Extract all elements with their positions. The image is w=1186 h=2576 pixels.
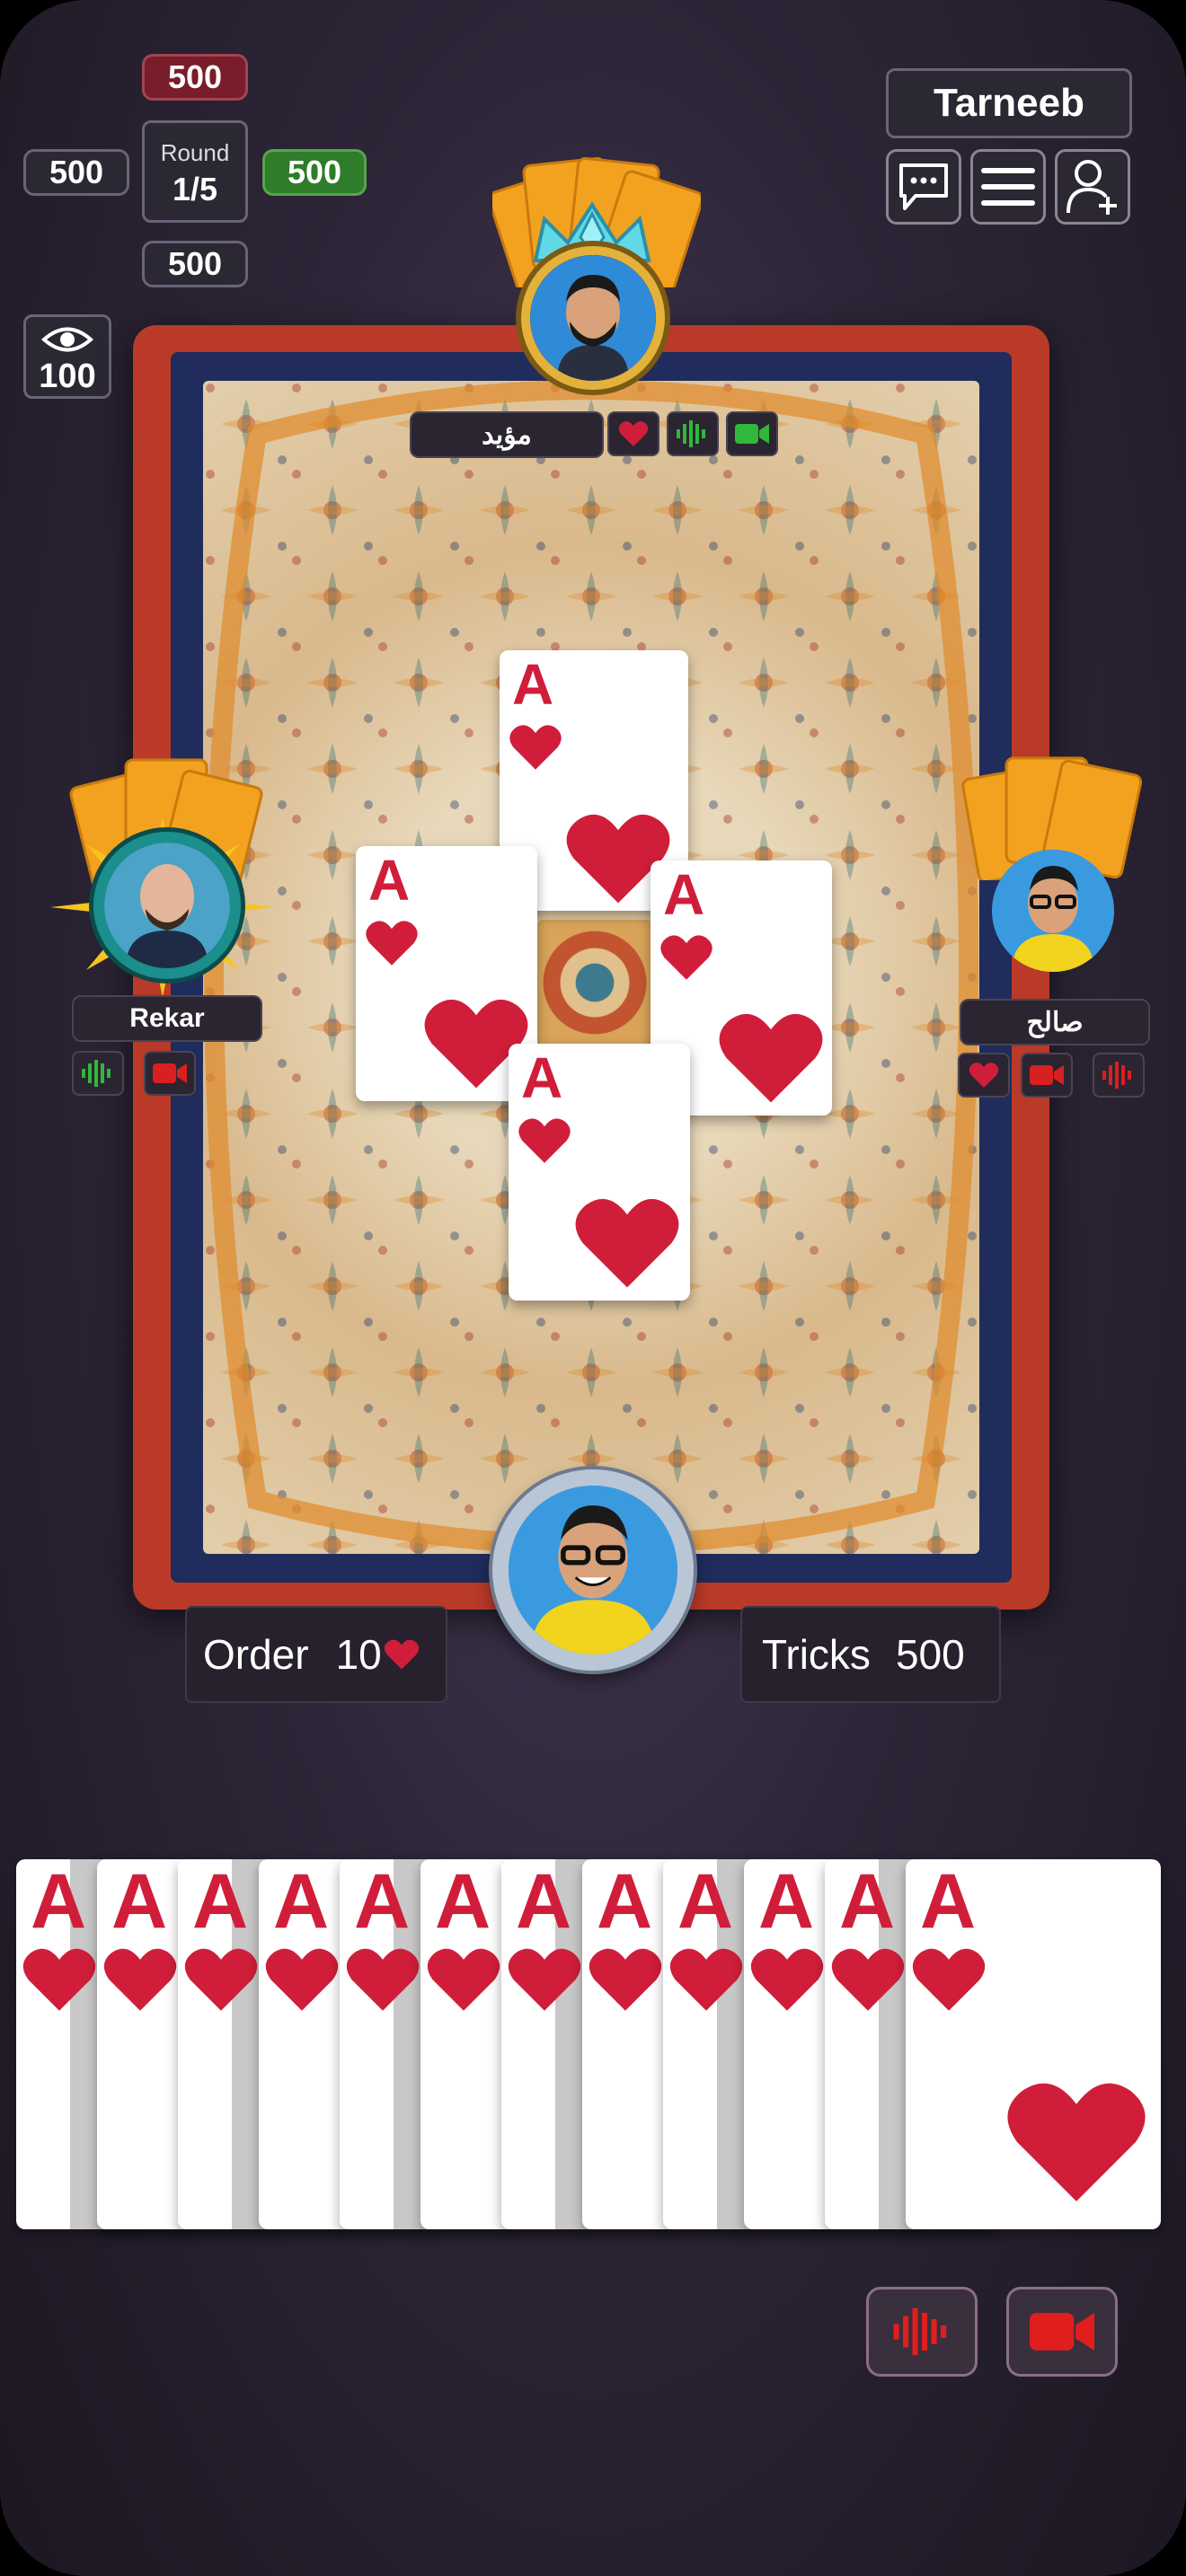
- card-rank: A: [273, 1859, 330, 1945]
- heart-suit-icon: [427, 1948, 500, 2011]
- heart-suit-icon: [831, 1948, 905, 2011]
- top-player-name: مؤيد: [410, 411, 604, 458]
- add-user-icon: [1067, 160, 1117, 215]
- heart-suit-icon: [508, 1948, 581, 2011]
- score-right: 500: [262, 149, 367, 196]
- card-rank: A: [521, 1045, 563, 1110]
- heart-icon: [384, 1639, 419, 1670]
- left-player-name: Rekar: [72, 995, 262, 1042]
- heart-suit-icon: [750, 1948, 824, 2011]
- video-off-icon: [1030, 1065, 1064, 1085]
- card-rank: A: [677, 1859, 734, 1945]
- card-rank: A: [516, 1859, 572, 1945]
- chat-button[interactable]: [886, 149, 961, 225]
- heart-suit-icon: [660, 935, 712, 980]
- right-player-avatar[interactable]: [992, 850, 1114, 972]
- video-icon: [735, 424, 769, 444]
- right-player-voice-indicator: [1093, 1053, 1145, 1098]
- tricks-panel: Tricks 500: [740, 1606, 1001, 1703]
- card-rank: A: [512, 652, 554, 717]
- heart-suit-icon: [719, 1013, 823, 1103]
- menu-icon: [981, 168, 1035, 206]
- avatar-face: [530, 255, 656, 381]
- score-top: 500: [142, 54, 248, 101]
- add-user-button[interactable]: [1055, 149, 1130, 225]
- video-icon: [1030, 2313, 1094, 2351]
- chat-icon: [899, 163, 948, 210]
- card-rank: A: [597, 1859, 653, 1945]
- tricks-value: 500: [895, 1631, 965, 1678]
- mic-toggle-button[interactable]: [866, 2287, 978, 2377]
- top-player-voice-indicator: [667, 411, 719, 456]
- game-title: Tarneeb: [886, 68, 1132, 138]
- left-player-video-indicator: [144, 1051, 196, 1096]
- spectators-badge[interactable]: 100: [23, 314, 111, 399]
- heart-suit-icon: [669, 1948, 743, 2011]
- order-label: Order: [203, 1631, 309, 1678]
- left-player-avatar[interactable]: [93, 832, 241, 979]
- voice-icon: [82, 1060, 111, 1087]
- card-rank: A: [663, 862, 705, 927]
- card-rank: A: [758, 1859, 815, 1945]
- spectator-count: 100: [39, 357, 96, 395]
- card-rank: A: [839, 1859, 896, 1945]
- card-rank: A: [920, 1859, 977, 1945]
- round-label: Round: [160, 139, 230, 166]
- heart-suit-icon: [575, 1198, 679, 1288]
- order-value: 10: [335, 1631, 382, 1678]
- score-bottom: 500: [142, 241, 248, 287]
- heart-icon: [618, 421, 649, 446]
- round-value: 1/5: [172, 171, 218, 207]
- heart-suit-icon: [589, 1948, 662, 2011]
- right-player-video-indicator: [1021, 1053, 1073, 1098]
- right-player-heart-badge: [958, 1053, 1010, 1098]
- table-card-bottom: A: [509, 1044, 690, 1301]
- heart-suit-icon: [518, 1118, 571, 1163]
- card-rank: A: [368, 848, 411, 913]
- score-left: 500: [23, 149, 129, 196]
- avatar-face: [104, 842, 230, 968]
- top-player-video-indicator: [726, 411, 778, 456]
- avatar-face: [992, 850, 1114, 972]
- card-rank: A: [354, 1859, 411, 1945]
- menu-button[interactable]: [970, 149, 1046, 225]
- self-player-avatar[interactable]: [492, 1469, 694, 1671]
- center-medallion: [537, 920, 652, 1045]
- heart-icon: [969, 1063, 999, 1088]
- camera-toggle-button[interactable]: [1006, 2287, 1118, 2377]
- heart-suit-icon: [22, 1948, 96, 2011]
- heart-suit-icon: [103, 1948, 177, 2011]
- left-player-voice-indicator: [72, 1051, 124, 1096]
- voice-icon: [893, 2307, 947, 2356]
- top-player-avatar[interactable]: [521, 246, 665, 390]
- card-rank: A: [111, 1859, 168, 1945]
- card-rank: A: [31, 1859, 87, 1945]
- eye-icon: [40, 327, 94, 352]
- top-player-heart-badge: [607, 411, 659, 456]
- heart-suit-icon: [912, 1948, 986, 2011]
- hand-card[interactable]: A: [906, 1859, 1161, 2229]
- avatar-face: [509, 1486, 677, 1654]
- heart-suit-icon: [265, 1948, 339, 2011]
- voice-icon: [677, 420, 705, 447]
- voice-off-icon: [1102, 1062, 1131, 1089]
- heart-suit-icon: [1007, 2083, 1146, 2201]
- round-box: Round 1/5: [142, 120, 248, 223]
- video-off-icon: [153, 1063, 187, 1083]
- game-screen: 500 500 Round 1/5 500 500 100 Tarneeb مؤ…: [0, 0, 1186, 2576]
- right-player-name: صالح: [960, 999, 1150, 1045]
- card-rank: A: [435, 1859, 491, 1945]
- card-rank: A: [192, 1859, 249, 1945]
- heart-suit-icon: [346, 1948, 420, 2011]
- heart-suit-icon: [366, 921, 418, 966]
- order-panel: Order 10: [185, 1606, 447, 1703]
- tricks-label: Tricks: [762, 1631, 871, 1678]
- heart-suit-icon: [509, 725, 562, 770]
- heart-suit-icon: [184, 1948, 258, 2011]
